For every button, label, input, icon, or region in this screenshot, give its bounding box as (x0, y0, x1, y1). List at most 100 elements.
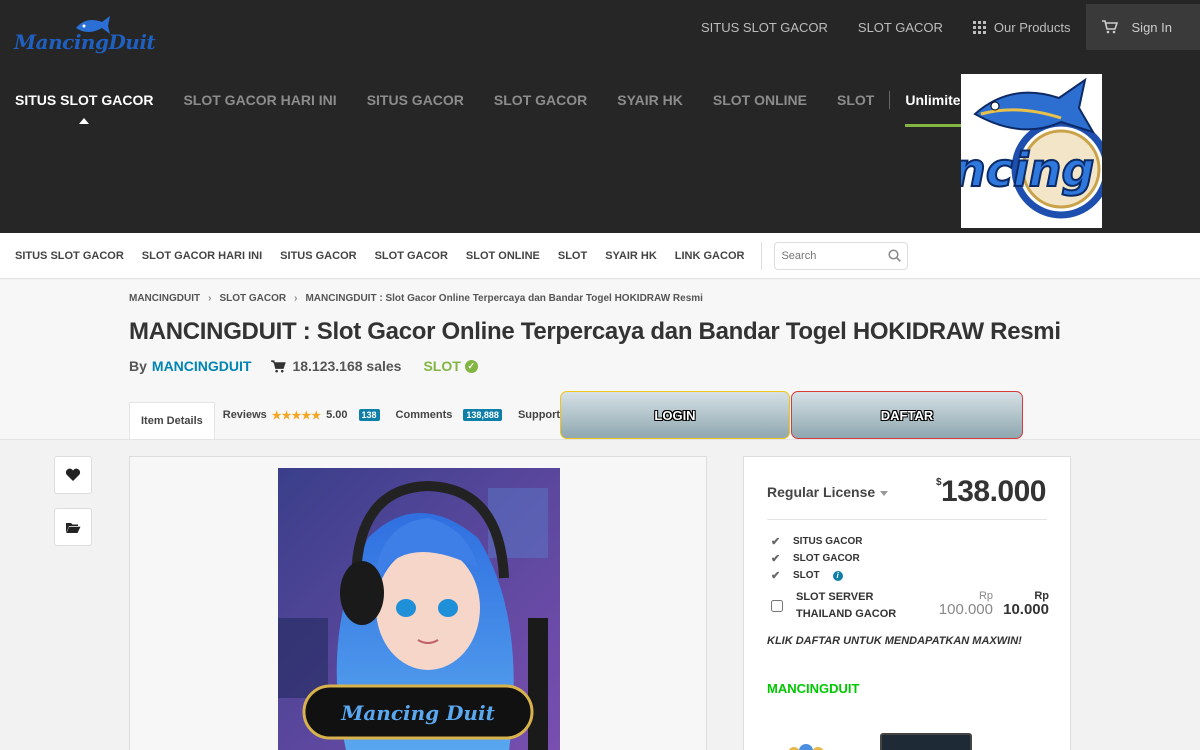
nav-item-syair-hk[interactable]: SYAIR HK (602, 80, 698, 128)
thumbnail-image[interactable] (880, 733, 972, 750)
comments-count-badge: 138,888 (463, 409, 502, 421)
our-products-link[interactable]: Our Products (958, 0, 1086, 54)
addon-option: SLOT SERVER THAILAND GACOR Rp 100.000 Rp… (771, 589, 1051, 623)
breadcrumb-home[interactable]: MANCINGDUIT (129, 293, 200, 304)
chevron-down-icon (880, 490, 889, 496)
tab-item-details[interactable]: Item Details (129, 401, 215, 439)
category-divider (761, 241, 763, 270)
feature-label: SLOT (793, 570, 820, 581)
search-box (774, 241, 909, 270)
price-value: 138.000 (941, 475, 1046, 508)
brand-name[interactable]: MANCINGDUIT (767, 681, 859, 696)
category-item-slot-online[interactable]: SLOT ONLINE (457, 250, 549, 262)
logo-text: MancingDuit (14, 30, 156, 54)
reviews-count-badge: 138 (358, 409, 380, 421)
item-meta: By MANCINGDUIT 18.123.168 sales SLOT ✓ (129, 358, 478, 374)
search-icon[interactable] (888, 249, 902, 262)
site-logo[interactable]: MancingDuit (12, 14, 156, 64)
hero-logo-image: ncing (961, 74, 1102, 228)
grid-icon (972, 20, 986, 34)
by-label: By (129, 358, 147, 374)
verified-check-icon: ✓ (464, 359, 478, 373)
nav-item-slot-gacor-hari-ini[interactable]: SLOT GACOR HARI INI (168, 80, 351, 128)
feature-item: ✔ SLOT GACOR (771, 550, 862, 567)
breadcrumb: MANCINGDUIT › SLOT GACOR › MANCINGDUIT :… (129, 293, 703, 304)
sales-count: 18.123.168 sales (271, 358, 401, 374)
rating-value: 5.00 (326, 409, 348, 421)
check-icon: ✔ (771, 570, 781, 582)
breadcrumb-category[interactable]: SLOT GACOR (219, 293, 286, 304)
nav-item-slot-gacor[interactable]: SLOT GACOR (479, 80, 602, 128)
item-preview: Mancing Duit (129, 456, 707, 750)
heart-icon (65, 468, 81, 481)
category-nav: SITUS SLOT GACOR SLOT GACOR HARI INI SIT… (0, 233, 1200, 279)
category-item-situs-gacor[interactable]: SITUS GACOR (271, 250, 365, 262)
top-links: SITUS SLOT GACOR SLOT GACOR Our Products… (686, 0, 1200, 54)
feature-item: ✔ SITUS GACOR (771, 533, 862, 550)
tab-comments[interactable]: Comments 138,888 (388, 396, 510, 434)
top-link-slot-gacor[interactable]: SLOT GACOR (843, 0, 958, 54)
tab-reviews[interactable]: Reviews ★★★★★ 5.00 138 (215, 396, 388, 434)
license-features: ✔ SITUS GACOR ✔ SLOT GACOR ✔ SLOT i (771, 533, 862, 584)
chevron-right-icon: › (294, 293, 298, 304)
check-icon: ✔ (771, 536, 781, 548)
favorite-button[interactable] (54, 456, 92, 494)
category-item-syair-hk[interactable]: SYAIR HK (596, 250, 666, 262)
preview-logo-text: Mancing Duit (340, 701, 495, 725)
category-item-slot-gacor[interactable]: SLOT GACOR (366, 250, 457, 262)
category-item-link-gacor[interactable]: LINK GACOR (666, 250, 754, 262)
addon-old-value: 100.000 (938, 601, 993, 618)
license-divider (767, 519, 1047, 520)
folder-open-icon (66, 522, 81, 533)
sign-in-button[interactable]: Sign In (1085, 4, 1200, 50)
cart-icon (1101, 20, 1118, 34)
hero-logo-text: ncing (961, 143, 1094, 197)
addon-new-price: Rp 10.000 (1001, 589, 1049, 617)
cart-icon (271, 359, 287, 372)
addon-checkbox[interactable] (771, 600, 783, 612)
price-currency: $ (935, 477, 942, 488)
nav-item-situs-gacor[interactable]: SITUS GACOR (352, 80, 479, 128)
nav-item-situs-slot-gacor[interactable]: SITUS SLOT GACOR (0, 80, 168, 128)
nav-item-slot-online[interactable]: SLOT ONLINE (698, 80, 822, 128)
author-link[interactable]: MANCINGDUIT (152, 358, 252, 374)
feature-label: SITUS GACOR (793, 536, 863, 547)
category-badge: SLOT ✓ (423, 358, 478, 374)
addon-old-price: Rp 100.000 (933, 589, 993, 617)
license-panel: Regular License $138.000 ✔ SITUS GACOR ✔… (743, 456, 1071, 750)
item-header: MANCINGDUIT › SLOT GACOR › MANCINGDUIT :… (0, 280, 1200, 440)
collection-button[interactable] (54, 508, 92, 546)
breadcrumb-current[interactable]: MANCINGDUIT : Slot Gacor Online Terperca… (305, 293, 702, 304)
preview-image[interactable]: Mancing Duit (278, 468, 560, 750)
license-title: Regular License (767, 484, 876, 500)
top-link-situs-slot-gacor[interactable]: SITUS SLOT GACOR (686, 0, 843, 54)
star-rating-icon: ★★★★★ (271, 409, 322, 422)
sales-text: 18.123.168 sales (292, 358, 402, 374)
page-title: MANCINGDUIT : Slot Gacor Online Terperca… (129, 318, 1061, 345)
sign-in-label: Sign In (1131, 19, 1172, 35)
category-item-slot[interactable]: SLOT (549, 250, 596, 262)
chevron-right-icon: › (208, 293, 212, 304)
thumbnail-image[interactable] (782, 733, 852, 750)
top-header: MancingDuit SITUS SLOT GACOR SLOT GACOR … (0, 0, 1200, 233)
item-tabs: Item Details Reviews ★★★★★ 5.00 138 Comm… (129, 391, 568, 439)
feature-label: SLOT GACOR (793, 553, 860, 564)
comments-label: Comments (395, 409, 453, 421)
search-input[interactable] (781, 249, 882, 262)
reviews-label: Reviews (222, 409, 267, 421)
addon-new-value: 10.000 (1003, 601, 1049, 618)
feature-item: ✔ SLOT i (771, 567, 862, 584)
info-icon[interactable]: i (832, 570, 843, 581)
main-nav: SITUS SLOT GACOR SLOT GACOR HARI INI SIT… (0, 80, 1063, 128)
our-products-label: Our Products (993, 19, 1071, 35)
category-label: SLOT (423, 358, 461, 374)
category-item-situs-slot-gacor[interactable]: SITUS SLOT GACOR (0, 250, 133, 262)
nav-item-slot[interactable]: SLOT (822, 80, 889, 128)
daftar-button[interactable]: DAFTAR (791, 391, 1023, 439)
license-price: $138.000 (935, 475, 1047, 509)
check-icon: ✔ (771, 553, 781, 565)
license-selector[interactable]: Regular License (767, 484, 889, 500)
login-button[interactable]: LOGIN (560, 391, 790, 439)
category-item-slot-gacor-hari-ini[interactable]: SLOT GACOR HARI INI (133, 250, 271, 262)
promo-text: KLIK DAFTAR UNTUK MENDAPATKAN MAXWIN! (767, 635, 1022, 647)
